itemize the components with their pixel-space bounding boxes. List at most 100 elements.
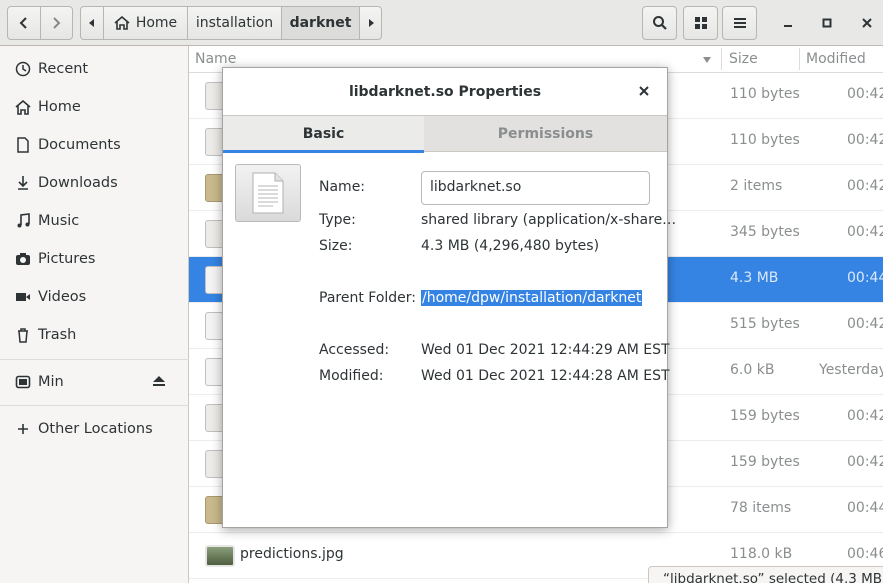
size-label: Size:	[319, 238, 353, 254]
chevron-left-icon	[19, 17, 27, 29]
triangle-left-icon	[89, 19, 94, 27]
file-size: 110 bytes	[730, 132, 800, 148]
sidebar-separator	[0, 359, 189, 360]
file-modified: Yesterday	[819, 362, 883, 378]
sidebar-item-videos[interactable]: Videos	[0, 280, 189, 314]
path-scroll-left-button[interactable]	[81, 7, 103, 39]
modified-label: Modified:	[319, 368, 384, 384]
sidebar-separator	[0, 405, 189, 406]
sidebar-item-home[interactable]: Home	[0, 90, 189, 124]
tab-basic[interactable]: Basic	[223, 116, 424, 153]
file-modified: 00:42	[847, 454, 883, 470]
trash-icon	[14, 327, 32, 343]
close-window-button[interactable]	[856, 12, 878, 34]
sidebar-item-label: Home	[38, 99, 81, 115]
music-icon	[14, 213, 32, 229]
sidebar-item-label: Downloads	[38, 175, 118, 191]
path-item-label: installation	[195, 15, 274, 31]
clock-icon	[14, 61, 32, 77]
type-label: Type:	[319, 212, 356, 228]
sidebar-item-trash[interactable]: Trash	[0, 318, 189, 352]
plus-icon	[14, 423, 32, 435]
file-size: 118.0 kB	[730, 546, 793, 562]
sidebar-item-label: Recent	[38, 61, 89, 77]
sort-down-icon	[703, 57, 711, 63]
sidebar-item-label: Pictures	[38, 251, 96, 267]
file-modified: 00:46	[847, 546, 883, 562]
sidebar-item-label: Videos	[38, 289, 87, 305]
name-field[interactable]: libdarknet.so	[421, 171, 650, 205]
maximize-button[interactable]	[816, 12, 838, 34]
download-icon	[14, 175, 32, 191]
column-size-header[interactable]: Size	[729, 51, 758, 67]
menu-button[interactable]	[722, 6, 757, 40]
file-size: 110 bytes	[730, 86, 800, 102]
file-size: 159 bytes	[730, 408, 800, 424]
parent-folder-value[interactable]: /home/dpw/installation/darknet	[421, 290, 643, 306]
sidebar-item-pictures[interactable]: Pictures	[0, 242, 189, 276]
minimize-icon	[784, 25, 792, 27]
sidebar: Recent Home Documents Downloads Music Pi…	[0, 46, 189, 583]
image-thumbnail-icon	[205, 545, 235, 567]
path-item-installation[interactable]: installation	[187, 7, 281, 39]
file-modified: 00:42	[847, 408, 883, 424]
file-size: 78 items	[730, 500, 792, 516]
hamburger-menu-icon	[733, 18, 746, 28]
file-modified: 00:44	[847, 500, 883, 516]
video-icon	[14, 291, 32, 303]
file-size: 345 bytes	[730, 224, 800, 240]
parent-folder-label: Parent Folder:	[319, 290, 417, 306]
header-bar: Home installation darknet	[0, 0, 883, 46]
document-icon	[252, 172, 284, 214]
file-modified: 00:42	[847, 86, 883, 102]
view-toggle-button[interactable]	[683, 6, 718, 40]
sidebar-item-label: Documents	[38, 137, 121, 153]
modified-value: Wed 01 Dec 2021 12:44:28 AM EST	[421, 368, 670, 384]
sidebar-item-label: Music	[38, 213, 80, 229]
accessed-value: Wed 01 Dec 2021 12:44:29 AM EST	[421, 342, 670, 358]
sidebar-item-downloads[interactable]: Downloads	[0, 166, 189, 200]
file-modified: 00:44	[847, 270, 883, 286]
path-item-darknet[interactable]: darknet	[281, 7, 359, 39]
sidebar-item-other-locations[interactable]: Other Locations	[0, 412, 189, 446]
file-modified: 00:42	[847, 178, 883, 194]
eject-icon[interactable]	[152, 375, 166, 391]
path-scroll-right-button[interactable]	[359, 7, 381, 39]
sidebar-item-label: Trash	[38, 327, 77, 343]
sidebar-item-label: Other Locations	[38, 421, 153, 437]
file-type-icon	[235, 164, 301, 222]
sidebar-item-recent[interactable]: Recent	[0, 52, 189, 86]
column-modified-header[interactable]: Modified	[806, 51, 866, 67]
file-modified: 00:42	[847, 224, 883, 240]
name-label: Name:	[319, 179, 366, 195]
properties-dialog: libdarknet.so Properties Basic Permissio…	[222, 67, 676, 528]
search-icon	[652, 16, 667, 30]
file-size: 515 bytes	[730, 316, 800, 332]
accessed-label: Accessed:	[319, 342, 390, 358]
triangle-right-icon	[368, 19, 374, 27]
file-modified: 00:42	[847, 132, 883, 148]
file-size: 4.3 MB	[730, 270, 779, 286]
file-size: 2 items	[730, 178, 783, 194]
maximize-icon	[822, 18, 832, 28]
document-icon	[14, 137, 32, 153]
dialog-close-button[interactable]	[633, 80, 655, 102]
dialog-tabs: Basic Permissions	[223, 115, 667, 153]
home-icon	[14, 99, 32, 115]
search-button[interactable]	[642, 6, 677, 40]
sidebar-item-min[interactable]: Min	[0, 365, 189, 399]
chevron-right-icon	[53, 17, 61, 29]
camera-icon	[14, 252, 32, 266]
path-item-home[interactable]: Home	[103, 7, 187, 39]
sidebar-item-documents[interactable]: Documents	[0, 128, 189, 162]
path-item-label: darknet	[289, 15, 352, 31]
tab-permissions[interactable]: Permissions	[424, 116, 667, 152]
column-name-header[interactable]: Name	[195, 51, 236, 67]
back-button[interactable]	[8, 7, 40, 39]
file-name: predictions.jpg	[240, 546, 344, 562]
file-size: 159 bytes	[730, 454, 800, 470]
sidebar-item-music[interactable]: Music	[0, 204, 189, 238]
status-bar: “libdarknet.so” selected (4.3 MB)	[648, 566, 883, 583]
minimize-button[interactable]	[777, 12, 799, 34]
forward-button[interactable]	[39, 7, 73, 39]
